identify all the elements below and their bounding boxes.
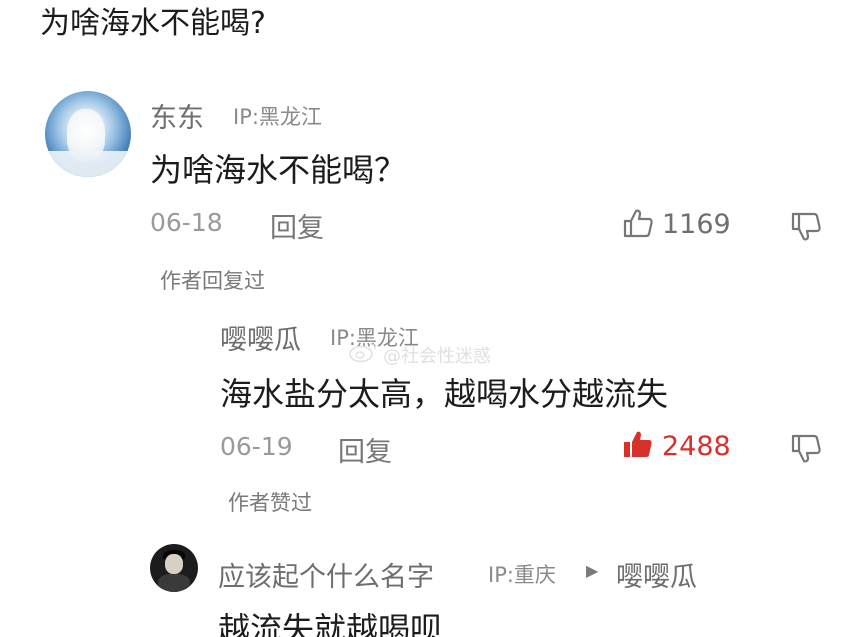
- thumbs-down-icon[interactable]: [790, 433, 822, 465]
- thumbs-down-icon[interactable]: [790, 211, 822, 243]
- reply-to-username[interactable]: 嘤嘤瓜: [616, 555, 697, 594]
- reply-button[interactable]: 回复: [338, 430, 392, 469]
- reply-to-arrow-icon: ▶: [586, 561, 599, 580]
- comment-thread-screenshot: 为啥海水不能喝? 东东 IP:黑龙江 为啥海水不能喝？ 06-18 回复 116…: [0, 0, 865, 637]
- comment-text: 为啥海水不能喝？: [150, 151, 407, 189]
- like-count: 1169: [662, 209, 731, 240]
- avatar[interactable]: [150, 544, 198, 592]
- comment-text: 海水盐分太高，越喝水分越流失: [220, 375, 669, 413]
- comment-ip-location: IP:黑龙江: [233, 105, 322, 129]
- comment-username[interactable]: 嘤嘤瓜: [220, 318, 301, 357]
- weibo-watermark-icon: [348, 341, 378, 363]
- comment-text: 越流失就越喝呗: [218, 610, 443, 637]
- author-liked-note: 作者赞过: [228, 491, 312, 515]
- watermark: @社会性迷惑: [383, 346, 491, 367]
- author-replied-note: 作者回复过: [160, 269, 265, 293]
- like-count: 2488: [662, 431, 731, 462]
- comment-date: 06-18: [150, 208, 223, 237]
- avatar[interactable]: [45, 91, 131, 177]
- thumbs-up-icon[interactable]: [622, 207, 654, 239]
- comment-username[interactable]: 东东: [150, 96, 204, 135]
- post-title: 为啥海水不能喝?: [40, 6, 266, 41]
- reply-button[interactable]: 回复: [270, 206, 324, 245]
- thumbs-up-icon-liked[interactable]: [622, 428, 654, 460]
- comment-ip-location: IP:重庆: [488, 563, 556, 587]
- comment-username[interactable]: 应该起个什么名字: [218, 555, 434, 594]
- comment-date: 06-19: [220, 432, 293, 461]
